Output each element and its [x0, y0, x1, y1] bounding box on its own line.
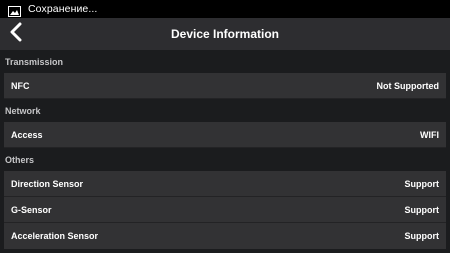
notification-text: Сохранение...: [28, 3, 98, 15]
row-label: Direction Sensor: [11, 178, 84, 189]
row-value: WIFI: [420, 129, 439, 140]
row-g-sensor[interactable]: G-Sensor Support: [4, 197, 446, 223]
row-access[interactable]: Access WIFI: [4, 122, 446, 148]
chevron-left-icon: [9, 22, 23, 47]
row-direction-sensor[interactable]: Direction Sensor Support: [4, 171, 446, 197]
section-header-transmission: Transmission: [0, 50, 450, 73]
section-header-network: Network: [0, 99, 450, 122]
status-bar: Сохранение...: [0, 0, 450, 18]
row-label: Access: [11, 129, 43, 140]
row-value: Support: [404, 178, 440, 189]
row-value: Not Supported: [376, 80, 440, 91]
section-header-others: Others: [0, 148, 450, 171]
row-acceleration-sensor[interactable]: Acceleration Sensor Support: [4, 223, 446, 249]
row-label: Acceleration Sensor: [11, 231, 99, 241]
back-button[interactable]: [0, 18, 32, 50]
row-label: NFC: [11, 80, 30, 91]
row-value: Support: [404, 204, 440, 215]
row-label: G-Sensor: [11, 204, 52, 215]
device-info-list[interactable]: Transmission NFC Not Supported Network A…: [0, 50, 450, 253]
app-bar: Device Information: [0, 18, 450, 50]
row-nfc[interactable]: NFC Not Supported: [4, 73, 446, 99]
image-icon: [8, 4, 21, 17]
page-title: Device Information: [170, 27, 280, 41]
row-value: Support: [404, 231, 440, 241]
